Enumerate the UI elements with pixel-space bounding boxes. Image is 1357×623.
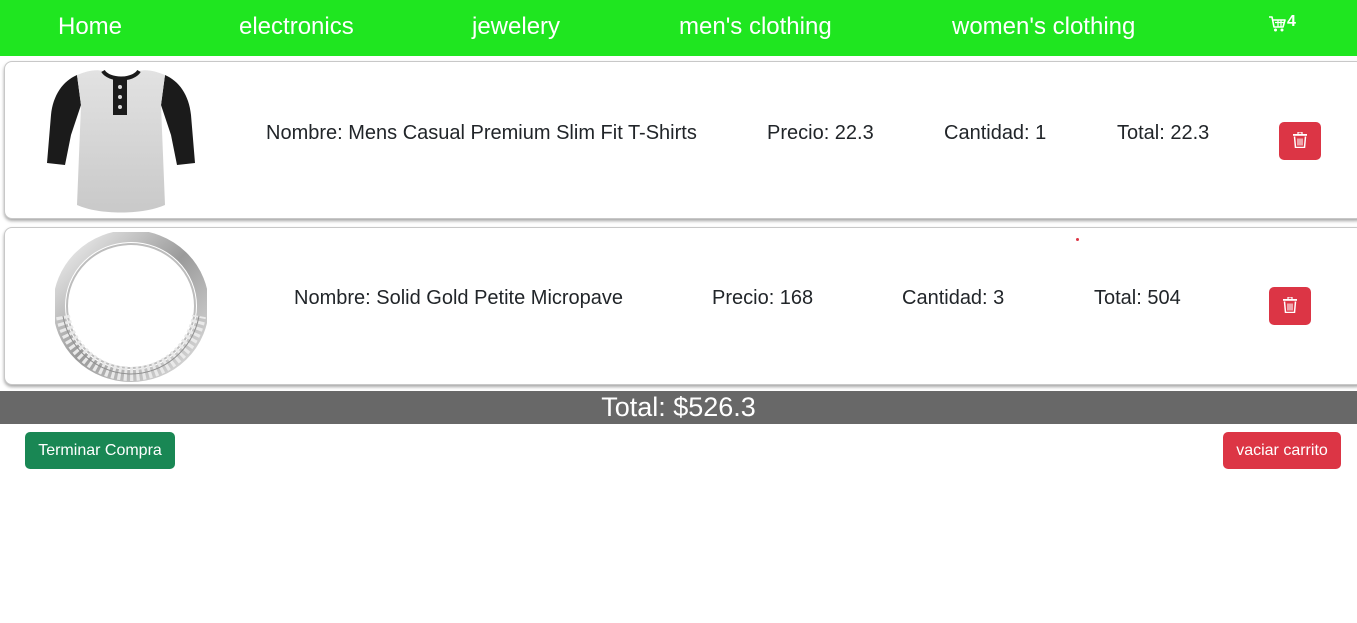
item-price: Precio: 168	[712, 287, 814, 309]
item-quantity: Cantidad: 3	[902, 287, 1005, 309]
item-quantity: Cantidad: 1	[944, 122, 1047, 144]
trash-icon	[1283, 297, 1297, 313]
nav-link-home[interactable]: Home	[58, 13, 122, 41]
empty-cart-button[interactable]: vaciar carrito	[1223, 432, 1341, 469]
item-name: Nombre: Solid Gold Petite Micropave	[294, 287, 624, 309]
finish-purchase-button[interactable]: Terminar Compra	[25, 432, 175, 469]
item-total: Total: 22.3	[1117, 122, 1210, 144]
item-price: Precio: 22.3	[767, 122, 874, 144]
cart-count-badge: 4	[1287, 13, 1296, 30]
trash-icon	[1293, 132, 1307, 148]
cart-icon	[1269, 16, 1286, 32]
cart-item-card: Nombre: Solid Gold Petite Micropave Prec…	[4, 227, 1357, 385]
navbar: Home electronics jewelery men's clothing…	[0, 0, 1357, 56]
item-total: Total: 504	[1094, 287, 1181, 309]
tshirt-image	[47, 69, 195, 213]
nav-link-mens-clothing[interactable]: men's clothing	[679, 13, 832, 41]
item-name: Nombre: Mens Casual Premium Slim Fit T-S…	[266, 122, 697, 144]
nav-link-womens-clothing[interactable]: women's clothing	[952, 13, 1135, 41]
cart-item-card: Nombre: Mens Casual Premium Slim Fit T-S…	[4, 61, 1357, 219]
cart-total-bar: Total: $526.3	[0, 391, 1357, 424]
delete-item-button[interactable]	[1279, 122, 1321, 160]
cart-total-label: Total: $526.3	[601, 392, 756, 422]
nav-link-electronics[interactable]: electronics	[239, 13, 354, 41]
delete-item-button[interactable]	[1269, 287, 1311, 325]
nav-link-jewelery[interactable]: jewelery	[472, 13, 560, 41]
decorative-dot	[1076, 238, 1079, 241]
ring-image	[55, 232, 207, 382]
